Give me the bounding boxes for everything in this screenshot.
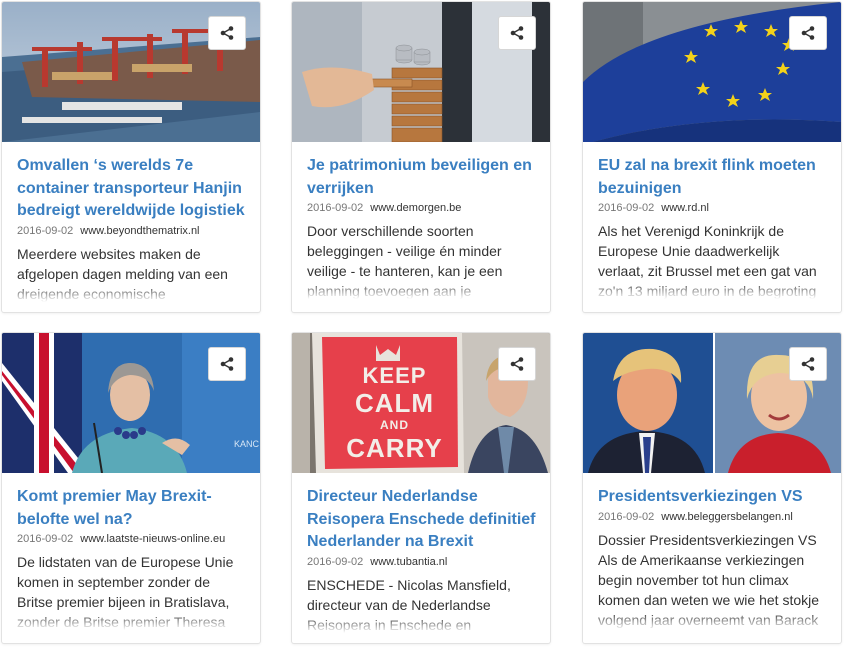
card-meta: 2016-09-02 www.laatste-nieuws-online.eu (17, 532, 246, 546)
card-title[interactable]: Directeur Nederlandse Reisopera Enschede… (307, 486, 536, 554)
poster-line: CALM (354, 388, 435, 418)
card-meta: 2016-09-02 www.beyondthematrix.nl (17, 224, 246, 238)
card-source: www.rd.nl (661, 202, 709, 214)
card-meta: 2016-09-02 www.demorgen.be (307, 201, 536, 215)
poster-line: KEEP (362, 363, 427, 388)
share-icon (801, 26, 815, 40)
card-date: 2016-09-02 (17, 224, 74, 237)
card-image-theresa-may[interactable]: KANC (2, 333, 260, 473)
card-source: www.beyondthematrix.nl (80, 224, 200, 237)
share-icon (220, 26, 234, 40)
share-button[interactable] (789, 16, 827, 50)
poster-text: KEEP CALM AND CARRY (342, 363, 447, 463)
share-icon (220, 357, 234, 371)
card-date: 2016-09-02 (17, 533, 74, 545)
news-card[interactable]: KANC Komt premier May Brexit-belofte wel… (2, 333, 260, 643)
news-card[interactable]: Omvallen ‘s werelds 7e container transpo… (2, 2, 260, 312)
card-title[interactable]: Presidentsverkiezingen VS (598, 486, 827, 509)
card-title[interactable]: Komt premier May Brexit-belofte wel na? (17, 486, 246, 531)
share-button[interactable] (498, 347, 536, 381)
card-source: www.beleggersbelangen.nl (661, 510, 793, 523)
card-excerpt: Dossier Presidentsverkiezingen VS Als de… (598, 530, 827, 630)
poster-line: AND (380, 418, 409, 432)
card-title[interactable]: Je patrimonium beveiligen en verrijken (307, 155, 536, 200)
card-date: 2016-09-02 (307, 202, 364, 214)
card-title[interactable]: EU zal na brexit flink moeten bezuinigen (598, 155, 827, 200)
news-card[interactable]: Presidentsverkiezingen VS 2016-09-02 www.… (583, 333, 841, 643)
card-image-eu-flag[interactable] (583, 2, 841, 142)
card-image-block-tower-coins[interactable] (292, 2, 550, 142)
share-icon (510, 357, 524, 371)
card-meta: 2016-09-02 www.rd.nl (598, 201, 827, 215)
card-date: 2016-09-02 (307, 555, 364, 568)
card-source: www.laatste-nieuws-online.eu (80, 533, 226, 545)
card-excerpt: De lidstaten van de Europese Unie komen … (17, 552, 246, 630)
news-card[interactable]: Je patrimonium beveiligen en verrijken 2… (292, 2, 550, 312)
share-icon (801, 357, 815, 371)
card-image-keep-calm-poster[interactable]: KEEP CALM AND CARRY (292, 333, 550, 473)
card-title[interactable]: Omvallen ‘s werelds 7e container transpo… (17, 155, 246, 223)
card-meta: 2016-09-02 www.tubantia.nl (307, 555, 536, 569)
share-button[interactable] (789, 347, 827, 381)
news-card[interactable]: EU zal na brexit flink moeten bezuinigen… (583, 2, 841, 312)
card-date: 2016-09-02 (598, 510, 655, 523)
card-excerpt: Door verschillende soorten beleggingen -… (307, 221, 536, 299)
card-excerpt: Als het Verenigd Koninkrijk de Europese … (598, 221, 827, 299)
card-image-container-port[interactable] (2, 2, 260, 142)
card-excerpt: Meerdere websites maken de afgelopen dag… (17, 244, 246, 302)
card-date: 2016-09-02 (598, 202, 655, 214)
share-button[interactable] (498, 16, 536, 50)
card-meta: 2016-09-02 www.beleggersbelangen.nl (598, 510, 827, 524)
share-icon (510, 26, 524, 40)
card-source: www.demorgen.be (370, 202, 462, 214)
share-button[interactable] (208, 16, 246, 50)
card-image-trump-clinton[interactable] (583, 333, 841, 473)
card-excerpt: ENSCHEDE - Nicolas Mansfield, directeur … (307, 575, 536, 633)
svg-text:KANC: KANC (234, 439, 260, 449)
card-source: www.tubantia.nl (370, 555, 448, 568)
news-card[interactable]: KEEP CALM AND CARRY Directeur Nederlands… (292, 333, 550, 643)
poster-line: CARRY (346, 433, 443, 463)
share-button[interactable] (208, 347, 246, 381)
